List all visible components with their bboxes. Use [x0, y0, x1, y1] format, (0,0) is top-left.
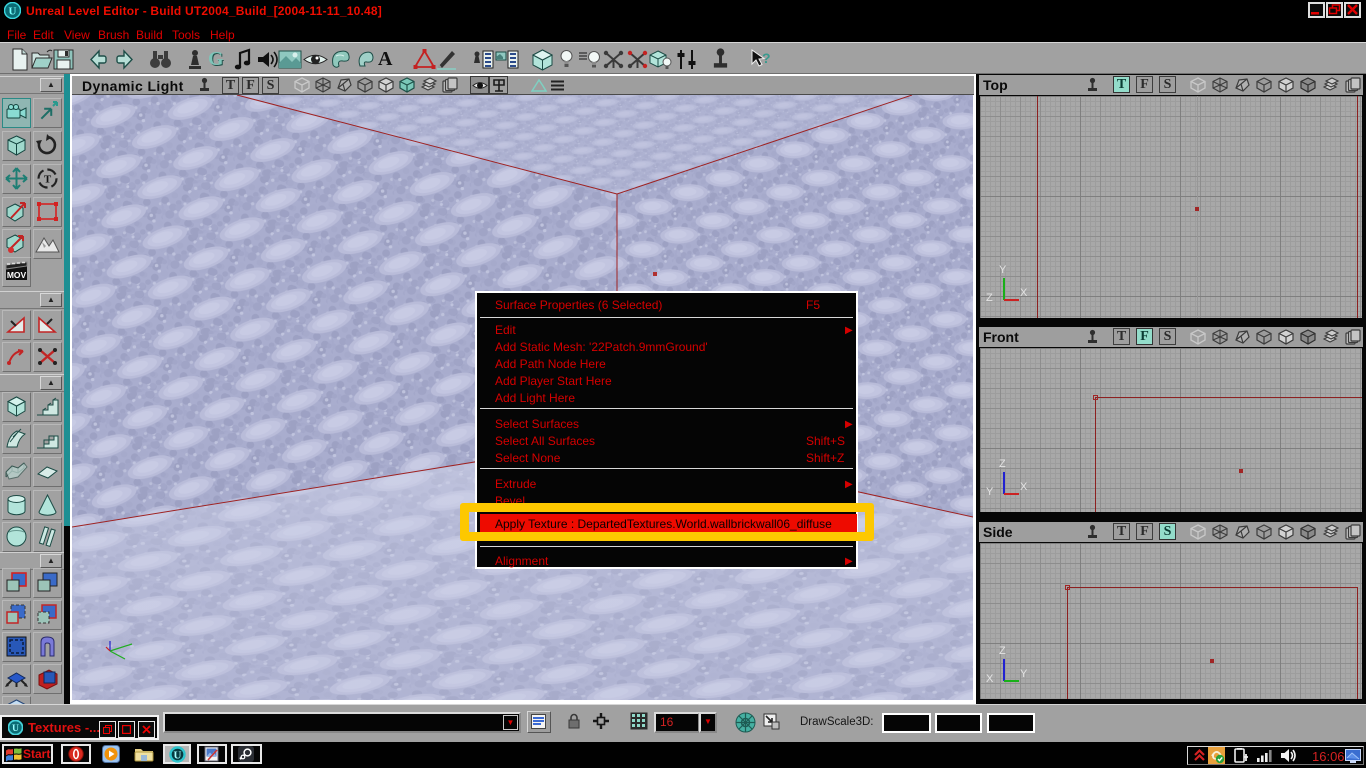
- svg-text:?: ?: [762, 50, 771, 66]
- svg-text:U: U: [12, 723, 19, 734]
- svg-text:T: T: [44, 174, 52, 186]
- svg-text:U: U: [9, 6, 17, 18]
- svg-text:U: U: [174, 750, 182, 762]
- svg-text:MOV: MOV: [7, 270, 27, 280]
